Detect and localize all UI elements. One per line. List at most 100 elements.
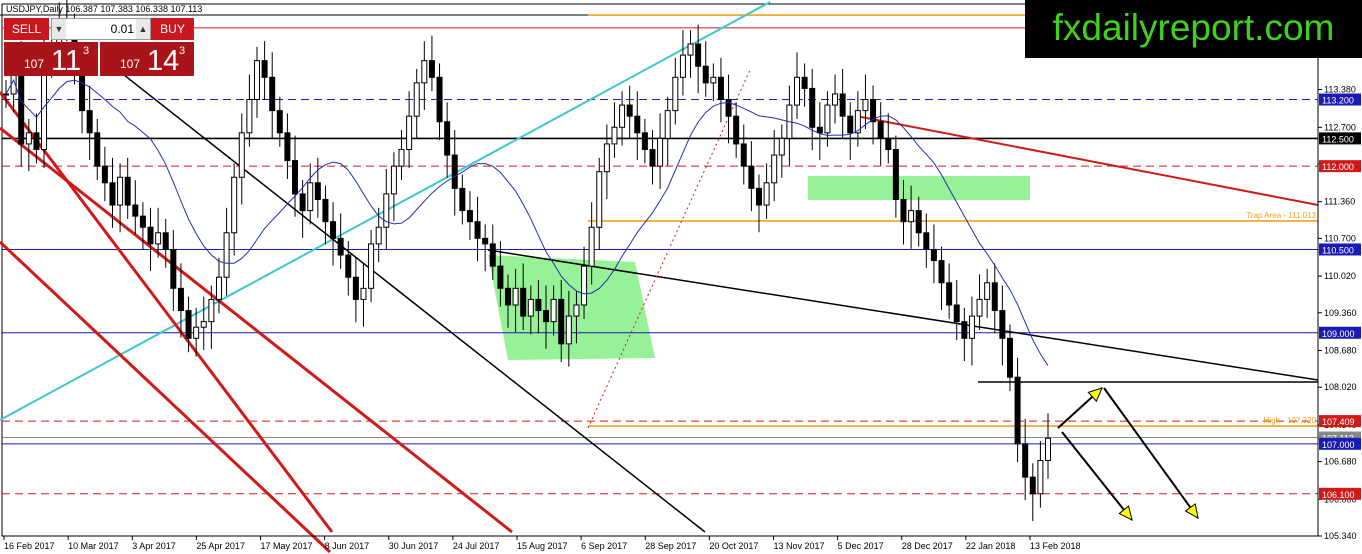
chevron-up-icon[interactable]: ▲: [136, 19, 150, 39]
price-tick-label: 113.380: [1324, 85, 1356, 95]
level-tag-label-3: 112.000: [1322, 162, 1354, 172]
candle-body: [1037, 459, 1044, 495]
candle-body: [976, 298, 983, 317]
candle-body: [413, 82, 420, 117]
sell-price-sup: 3: [83, 45, 90, 57]
price-tick-label: 106.680: [1324, 457, 1357, 467]
sell-price-box[interactable]: 107 11 3: [4, 42, 98, 77]
candle-body: [771, 154, 778, 184]
candle-body: [25, 132, 32, 145]
price-tick-label: 108.020: [1324, 382, 1357, 392]
candle-body: [436, 76, 443, 123]
date-tick-label: 28 Sep 2017: [645, 541, 696, 551]
date-tick-label: 15 Aug 2017: [517, 541, 568, 551]
candle-body: [619, 104, 626, 128]
candle-body: [915, 210, 922, 234]
level-tag-label-2: 112.500: [1322, 134, 1354, 144]
lot-size-stepper[interactable]: ▼ 0.01 ▲: [51, 18, 151, 40]
price-tick-label: 105.340: [1324, 531, 1357, 541]
candle-body: [543, 310, 550, 323]
candle-body: [162, 232, 169, 250]
price-tick-label: 112.700: [1324, 122, 1356, 132]
candle-body: [238, 132, 245, 178]
date-tick-label: 30 Jun 2017: [389, 541, 439, 551]
candle-body: [702, 65, 709, 84]
buy-button[interactable]: BUY: [151, 18, 194, 40]
candle-body: [444, 121, 451, 156]
candle-body: [717, 76, 724, 101]
candle-body: [862, 99, 869, 112]
buy-price-small: 107: [120, 57, 141, 71]
candle-body: [421, 60, 428, 84]
candle-body: [512, 287, 519, 306]
candle-body: [208, 298, 215, 323]
candle-body: [459, 187, 466, 212]
candle-body: [596, 171, 603, 228]
date-tick-label: 25 Apr 2017: [196, 541, 245, 551]
plot-frame: [1, 3, 1319, 537]
candle-body: [18, 65, 25, 145]
price-chart[interactable]: USDJPY,Daily 106.387 107.383 106.338 107…: [0, 0, 1362, 554]
candle-body: [177, 287, 184, 312]
candle-body: [816, 126, 823, 134]
candle-body: [276, 110, 283, 134]
candle-body: [360, 287, 367, 300]
buy-price-big: 14: [147, 45, 180, 77]
candle-body: [740, 143, 747, 167]
buy-price-box[interactable]: 107 14 3: [100, 42, 194, 77]
candle-body: [565, 315, 572, 345]
candle-body: [284, 132, 291, 162]
candle-body: [147, 226, 154, 245]
candle-body: [33, 132, 40, 150]
candle-body: [109, 182, 116, 206]
candle-body: [847, 115, 854, 134]
candle-body: [626, 104, 633, 117]
level-tag-label-5: 109.000: [1322, 329, 1355, 339]
candle-body: [801, 76, 808, 89]
candle-body: [695, 43, 702, 67]
sell-button[interactable]: SELL: [4, 18, 49, 40]
annotation-label-2: High - 107.320: [1264, 416, 1317, 425]
candle-body: [687, 43, 694, 56]
candle-body: [307, 182, 314, 212]
candle-body: [246, 99, 253, 134]
level-tag-label-9: 106.100: [1322, 490, 1355, 500]
candle-body: [664, 110, 671, 139]
candle-body: [497, 265, 504, 289]
candle-body: [292, 160, 299, 195]
candle-body: [322, 198, 329, 223]
candle-body: [337, 237, 344, 256]
candle-body: [200, 321, 207, 328]
lot-size-value[interactable]: 0.01: [68, 19, 134, 39]
candle-body: [573, 304, 580, 317]
candle-body: [824, 104, 831, 134]
green-zone-2: [808, 176, 1030, 200]
level-tag-label-4: 110.500: [1322, 245, 1354, 255]
candle-body: [535, 298, 542, 312]
candle-body: [930, 248, 937, 262]
candle-body: [641, 132, 648, 150]
candle-body: [451, 154, 458, 189]
candle-body: [1014, 376, 1021, 445]
date-tick-label: 24 Jul 2017: [453, 541, 500, 551]
candle-body: [269, 76, 276, 112]
candle-body: [946, 282, 953, 306]
candle-body: [345, 254, 352, 278]
one-click-trading-panel: SELL ▼ 0.01 ▲ BUY 107 11 3 107 14 3: [4, 18, 194, 77]
candle-body: [330, 221, 337, 239]
candle-body: [368, 243, 375, 289]
chevron-down-icon[interactable]: ▼: [52, 19, 66, 39]
candle-body: [314, 182, 321, 200]
candle-body: [261, 60, 268, 78]
date-tick-label: 28 Dec 2017: [902, 541, 953, 551]
candle-body: [527, 298, 534, 317]
candle-body: [406, 115, 413, 150]
level-tag-label-1: 113.200: [1322, 96, 1354, 106]
candle-body: [603, 143, 610, 173]
candle-body: [657, 137, 664, 167]
candle-body: [839, 93, 846, 117]
candle-body: [877, 121, 884, 139]
candle-body: [581, 265, 588, 306]
instrument-title: USDJPY,Daily 106.387 107.383 106.338 107…: [6, 4, 202, 14]
candle-body: [938, 260, 945, 284]
